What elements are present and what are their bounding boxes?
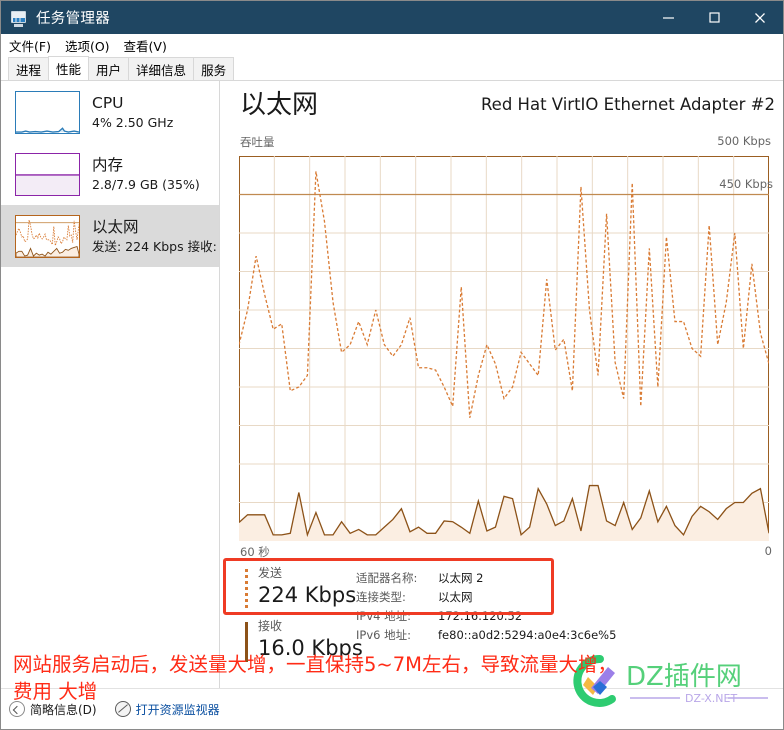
- open-resource-monitor-button[interactable]: 打开资源监视器: [114, 701, 220, 718]
- info-row-connection-type: 连接类型: 以太网: [356, 588, 776, 607]
- sidebar-item-cpu[interactable]: CPU 4% 2.50 GHz: [1, 81, 219, 143]
- menu-item-file[interactable]: 文件(F): [9, 36, 51, 55]
- tab-services[interactable]: 服务: [193, 57, 235, 80]
- receive-legend-swatch: [245, 622, 248, 662]
- tab-label: 详细信息: [136, 62, 187, 78]
- network-stats: 发送 224 Kbps 接收 16.0 Kbps 适配器名称: 以太网 2 连接…: [221, 566, 783, 686]
- menu-bar: 文件(F) 选项(O) 查看(V): [1, 34, 783, 57]
- tab-performance[interactable]: 性能: [48, 56, 90, 80]
- throughput-chart: [239, 156, 769, 541]
- title-bar: 任务管理器: [1, 1, 783, 34]
- chart-x-end-label: 0: [764, 544, 772, 558]
- tab-label: 性能: [56, 62, 82, 77]
- chart-axis-max: 500 Kbps: [717, 134, 771, 148]
- tab-label: 进程: [16, 62, 42, 78]
- sidebar-item-title: 以太网: [92, 217, 139, 236]
- info-value: 以太网: [438, 590, 473, 604]
- sidebar-item-subtitle: 4% 2.50 GHz: [92, 114, 174, 130]
- info-key: 连接类型:: [356, 590, 406, 604]
- maximize-button[interactable]: [691, 1, 737, 34]
- info-value: 以太网 2: [438, 571, 484, 585]
- window-controls: [645, 1, 783, 34]
- sidebar-item-subtitle: 发送: 224 Kbps 接收: 1: [92, 238, 219, 254]
- chart-axis-label: 吞吐量: [240, 135, 275, 149]
- fewer-details-label: 简略信息(D): [30, 702, 97, 717]
- info-row-ipv6: IPv6 地址: fe80::a0d2:5294:a0e4:3c6e%5: [356, 626, 776, 645]
- chart-x-start-label: 60 秒: [240, 545, 270, 559]
- menu-item-options[interactable]: 选项(O): [65, 36, 110, 55]
- close-button[interactable]: [737, 1, 783, 34]
- tab-label: 用户: [96, 62, 122, 78]
- page-title: 以太网: [240, 90, 319, 120]
- info-value: 172.16.120.52: [438, 609, 523, 623]
- chevron-up-icon: [9, 701, 25, 717]
- tab-details[interactable]: 详细信息: [128, 57, 195, 80]
- minimize-button[interactable]: [645, 1, 691, 34]
- send-legend-swatch: [245, 569, 248, 609]
- tab-processes[interactable]: 进程: [8, 57, 50, 80]
- task-manager-icon: [10, 9, 28, 27]
- window-title: 任务管理器: [36, 11, 110, 27]
- sidebar-item-title: 内存: [92, 155, 124, 174]
- resource-sidebar: CPU 4% 2.50 GHz 内存 2.8/7.9 GB (35%) 以太网 …: [1, 81, 220, 688]
- fewer-details-button[interactable]: 简略信息(D): [9, 701, 97, 718]
- adapter-title: Red Hat VirtIO Ethernet Adapter #2: [480, 95, 775, 114]
- memory-thumbnail-graph: [15, 152, 80, 196]
- open-resource-monitor-label: 打开资源监视器: [135, 702, 220, 717]
- info-row-adapter-name: 适配器名称: 以太网 2: [356, 569, 776, 588]
- adapter-info-table: 适配器名称: 以太网 2 连接类型: 以太网 IPv4 地址: 172.16.1…: [356, 569, 776, 645]
- sidebar-item-subtitle: 2.8/7.9 GB (35%): [92, 176, 200, 192]
- sidebar-item-memory[interactable]: 内存 2.8/7.9 GB (35%): [1, 143, 219, 205]
- info-key: IPv6 地址:: [356, 628, 411, 642]
- menu-item-view[interactable]: 查看(V): [124, 36, 167, 55]
- info-value: fe80::a0d2:5294:a0e4:3c6e%5: [438, 628, 617, 642]
- tab-label: 服务: [201, 62, 227, 78]
- panel-header: 以太网 Red Hat VirtIO Ethernet Adapter #2: [221, 81, 783, 123]
- info-key: IPv4 地址:: [356, 609, 411, 623]
- sidebar-item-title: CPU: [92, 93, 124, 112]
- tab-strip: 进程 性能 用户 详细信息 服务: [1, 56, 783, 81]
- resource-monitor-icon: [114, 701, 131, 717]
- info-row-ipv4: IPv4 地址: 172.16.120.52: [356, 607, 776, 626]
- task-manager-window: 任务管理器 文件(F) 选项(O) 查看(V) 进程 性能 用户 详细信息 服务: [0, 0, 784, 730]
- performance-detail-panel: 以太网 Red Hat VirtIO Ethernet Adapter #2 吞…: [221, 81, 783, 688]
- ethernet-thumbnail-graph: [15, 214, 80, 258]
- info-key: 适配器名称:: [356, 571, 418, 585]
- tab-users[interactable]: 用户: [88, 57, 130, 80]
- cpu-thumbnail-graph: [15, 90, 80, 134]
- status-bar: 简略信息(D) 打开资源监视器: [1, 688, 783, 729]
- sidebar-item-ethernet[interactable]: 以太网 发送: 224 Kbps 接收: 1: [1, 205, 219, 267]
